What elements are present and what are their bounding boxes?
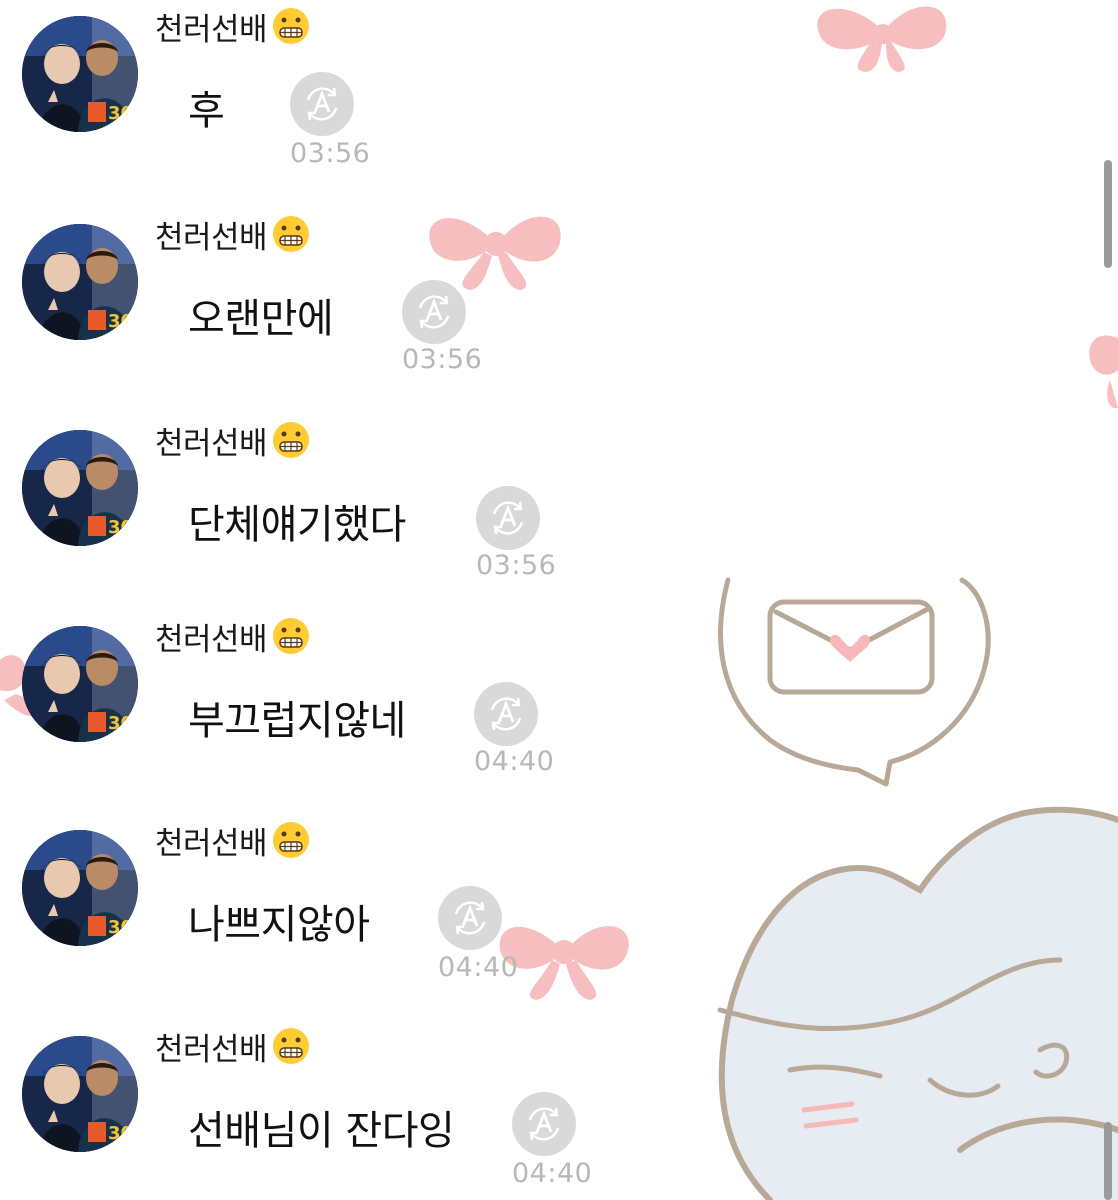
svg-text:30: 30	[108, 917, 133, 938]
sender-name: 천러선배	[155, 418, 311, 462]
grimacing-face-icon	[273, 8, 310, 44]
message-item: 30 천러선배 오랜만에 03:56	[0, 208, 700, 408]
translate-button[interactable]	[438, 886, 502, 950]
avatar[interactable]: 30	[22, 626, 138, 742]
translate-a-icon	[490, 697, 522, 731]
message-item: 30 천러선배 부끄럽지않네 04:40	[0, 610, 700, 810]
message-text[interactable]: 부끄럽지않네	[188, 688, 406, 746]
message-timestamp: 03:56	[476, 550, 557, 581]
translate-a-icon	[454, 901, 486, 935]
svg-text:30: 30	[108, 517, 133, 538]
translate-button[interactable]	[512, 1092, 576, 1156]
message-timestamp: 04:40	[438, 952, 519, 983]
svg-text:30: 30	[108, 103, 133, 124]
message-item: 30 천러선배 선배님이 잔다잉 04:40	[0, 1020, 700, 1200]
message-item: 30 천러선배 나쁘지않아 04:40	[0, 814, 700, 1014]
sender-name-text: 천러선배	[155, 11, 268, 48]
message-timestamp: 04:40	[474, 746, 555, 777]
sender-name-text: 천러선배	[155, 425, 268, 462]
grimacing-face-icon	[273, 422, 310, 458]
message-text[interactable]: 후	[188, 78, 225, 136]
translate-a-icon	[528, 1107, 560, 1141]
avatar[interactable]: 30	[22, 16, 138, 132]
svg-text:30: 30	[108, 311, 133, 332]
grimacing-face-icon	[273, 216, 310, 252]
sender-name: 천러선배	[155, 614, 311, 658]
avatar[interactable]: 30	[22, 224, 138, 340]
message-timestamp: 04:40	[512, 1158, 593, 1189]
translate-button[interactable]	[476, 486, 540, 550]
message-text[interactable]: 오랜만에	[188, 286, 334, 344]
avatar[interactable]: 30	[22, 430, 138, 546]
svg-text:30: 30	[108, 713, 133, 734]
translate-button[interactable]	[474, 682, 538, 746]
message-text[interactable]: 선배님이 잔다잉	[188, 1098, 455, 1156]
grimacing-face-icon	[273, 822, 310, 858]
message-timestamp: 03:56	[290, 138, 371, 169]
scrollbar-thumb[interactable]	[1104, 1122, 1112, 1200]
avatar[interactable]: 30	[22, 830, 138, 946]
sender-name-text: 천러선배	[155, 825, 268, 862]
sender-name: 천러선배	[155, 212, 311, 256]
translate-button[interactable]	[402, 280, 466, 344]
translate-button[interactable]	[290, 72, 354, 136]
sender-name-text: 천러선배	[155, 621, 268, 658]
translate-a-icon	[306, 87, 338, 121]
translate-a-icon	[418, 295, 450, 329]
sender-name: 천러선배	[155, 4, 311, 48]
message-item: 30 천러선배 후 03:56	[0, 0, 700, 200]
sender-name-text: 천러선배	[155, 219, 268, 256]
svg-text:30: 30	[108, 1123, 133, 1144]
sender-name: 천러선배	[155, 818, 311, 862]
grimacing-face-icon	[273, 1028, 310, 1064]
scrollbar-thumb[interactable]	[1104, 160, 1112, 268]
message-text[interactable]: 단체얘기했다	[188, 492, 406, 550]
message-timestamp: 03:56	[402, 344, 483, 375]
sender-name: 천러선배	[155, 1024, 311, 1068]
translate-a-icon	[492, 501, 524, 535]
message-item: 30 천러선배 단체얘기했다 03:56	[0, 414, 700, 614]
sender-name-text: 천러선배	[155, 1031, 268, 1068]
message-list[interactable]: 30 천러선배 후 03:56 30 천러선배 오랜만에 03:56 30 천러…	[0, 0, 1118, 1200]
avatar[interactable]: 30	[22, 1036, 138, 1152]
grimacing-face-icon	[273, 618, 310, 654]
message-text[interactable]: 나쁘지않아	[188, 892, 370, 950]
chat-screen: 30 천러선배 후 03:56 30 천러선배 오랜만에 03:56 30 천러…	[0, 0, 1118, 1200]
